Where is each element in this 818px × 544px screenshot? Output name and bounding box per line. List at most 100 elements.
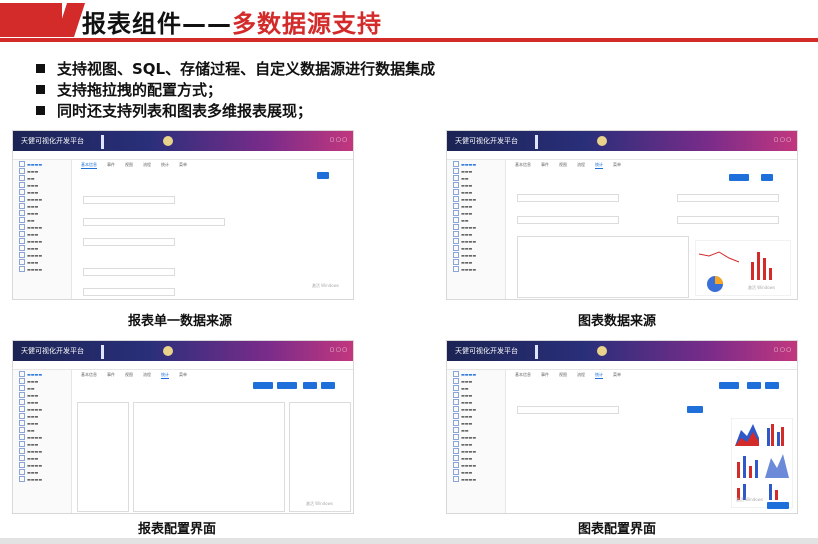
- tree-item[interactable]: ▬▬▬: [453, 245, 505, 251]
- tab-basic[interactable]: 基本信息: [81, 160, 97, 169]
- tree-item[interactable]: ▬▬▬: [19, 469, 71, 475]
- confirm-button[interactable]: [767, 502, 789, 509]
- name-field[interactable]: [83, 196, 175, 204]
- tree-item[interactable]: ▬▬▬▬: [19, 224, 71, 230]
- tree-item[interactable]: ▬▬▬▬: [19, 161, 71, 167]
- export-button[interactable]: [321, 382, 335, 389]
- tree-item[interactable]: ▬▬▬: [19, 441, 71, 447]
- tree-item[interactable]: ▬▬▬▬: [19, 266, 71, 272]
- tree-item[interactable]: ▬▬▬▬: [19, 476, 71, 482]
- save-button[interactable]: [747, 382, 761, 389]
- tree-item[interactable]: ▬▬▬▬: [19, 406, 71, 412]
- tree-item[interactable]: ▬▬▬: [453, 378, 505, 384]
- tree-item[interactable]: ▬▬▬: [453, 203, 505, 209]
- tree-item[interactable]: ▬▬▬▬: [453, 266, 505, 272]
- tree-item[interactable]: ▬▬▬: [19, 231, 71, 237]
- tab-event[interactable]: 事件: [107, 370, 115, 379]
- user-menu[interactable]: ▢ ▢ ▢: [330, 347, 347, 353]
- tree-item[interactable]: ▬▬: [19, 217, 71, 223]
- tree-item[interactable]: ▬▬▬▬: [19, 196, 71, 202]
- tree-item[interactable]: ▬▬: [19, 385, 71, 391]
- user-menu[interactable]: ▢ ▢ ▢: [774, 137, 791, 143]
- dataset-field[interactable]: [83, 288, 175, 296]
- tree-item[interactable]: ▬▬▬: [453, 231, 505, 237]
- tree-item[interactable]: ▬▬▬: [453, 399, 505, 405]
- tree-item[interactable]: ▬▬: [453, 385, 505, 391]
- tab-view[interactable]: 视图: [559, 160, 567, 169]
- export-button[interactable]: [765, 382, 779, 389]
- tree-item[interactable]: ▬▬▬▬: [453, 462, 505, 468]
- sql-editor[interactable]: [517, 236, 689, 298]
- tree-item[interactable]: ▬▬▬: [19, 203, 71, 209]
- source-field[interactable]: [83, 238, 175, 246]
- tree-item[interactable]: ▬▬: [453, 217, 505, 223]
- tree-item[interactable]: ▬▬▬: [453, 259, 505, 265]
- tree-item[interactable]: ▬▬▬: [19, 210, 71, 216]
- save-button[interactable]: [303, 382, 317, 389]
- user-menu[interactable]: ▢ ▢ ▢: [330, 137, 347, 143]
- tab-flow[interactable]: 流程: [143, 370, 151, 379]
- tab-event[interactable]: 事件: [107, 160, 115, 169]
- tree-item[interactable]: ▬▬▬: [19, 259, 71, 265]
- tree-item[interactable]: ▬▬▬▬: [453, 371, 505, 377]
- tree-item[interactable]: ▬▬: [19, 427, 71, 433]
- design-button[interactable]: [719, 382, 739, 389]
- tab-stats[interactable]: 统计: [161, 160, 169, 169]
- tree-item[interactable]: ▬▬▬: [453, 413, 505, 419]
- tree-item[interactable]: ▬▬▬: [19, 168, 71, 174]
- tree-item[interactable]: ▬▬▬: [453, 189, 505, 195]
- tab-flow[interactable]: 流程: [143, 160, 151, 169]
- type-field[interactable]: [83, 218, 225, 226]
- preview-button[interactable]: [277, 382, 297, 389]
- category-field[interactable]: [677, 194, 779, 202]
- name-field[interactable]: [517, 194, 619, 202]
- remark-field[interactable]: [677, 216, 779, 224]
- tree-item[interactable]: ▬▬▬▬: [453, 476, 505, 482]
- tree-item[interactable]: ▬▬▬▬: [19, 238, 71, 244]
- save-button[interactable]: [761, 174, 773, 181]
- tree-item[interactable]: ▬▬▬: [453, 392, 505, 398]
- tree-item[interactable]: ▬▬▬▬: [453, 196, 505, 202]
- query-field[interactable]: [83, 268, 175, 276]
- tree-item[interactable]: ▬▬▬: [453, 182, 505, 188]
- tab-basic[interactable]: 基本信息: [515, 370, 531, 379]
- tree-item[interactable]: ▬▬▬▬: [19, 434, 71, 440]
- tree-item[interactable]: ▬▬▬▬: [19, 448, 71, 454]
- apply-button[interactable]: [687, 406, 703, 413]
- source-field[interactable]: [517, 216, 619, 224]
- tree-item[interactable]: ▬▬▬▬: [19, 252, 71, 258]
- tree-item[interactable]: ▬▬▬▬: [453, 448, 505, 454]
- tree-item[interactable]: ▬▬▬: [19, 399, 71, 405]
- tree-item[interactable]: ▬▬▬: [19, 182, 71, 188]
- save-button[interactable]: [317, 172, 329, 179]
- report-design-canvas[interactable]: [133, 402, 285, 512]
- tab-basic[interactable]: 基本信息: [81, 370, 97, 379]
- tree-item[interactable]: ▬▬▬: [453, 455, 505, 461]
- tree-item[interactable]: ▬▬: [19, 175, 71, 181]
- design-button[interactable]: [253, 382, 273, 389]
- tab-view[interactable]: 视图: [125, 370, 133, 379]
- tree-item[interactable]: ▬▬▬▬: [453, 161, 505, 167]
- tree-item[interactable]: ▬▬▬: [453, 469, 505, 475]
- tab-stats[interactable]: 统计: [161, 370, 169, 379]
- tab-flow[interactable]: 流程: [577, 370, 585, 379]
- user-menu[interactable]: ▢ ▢ ▢: [774, 347, 791, 353]
- tree-item[interactable]: ▬▬▬: [453, 168, 505, 174]
- tree-item[interactable]: ▬▬▬▬: [453, 406, 505, 412]
- tree-item[interactable]: ▬▬▬: [19, 378, 71, 384]
- tab-menu[interactable]: 菜单: [179, 160, 187, 169]
- tree-item[interactable]: ▬▬▬: [19, 420, 71, 426]
- tab-event[interactable]: 事件: [541, 160, 549, 169]
- tab-basic[interactable]: 基本信息: [515, 160, 531, 169]
- tree-item[interactable]: ▬▬▬: [19, 392, 71, 398]
- preview-button[interactable]: [729, 174, 749, 181]
- tree-item[interactable]: ▬▬: [453, 427, 505, 433]
- tab-event[interactable]: 事件: [541, 370, 549, 379]
- tree-item[interactable]: ▬▬▬▬: [453, 252, 505, 258]
- tab-menu[interactable]: 菜单: [179, 370, 187, 379]
- tree-item[interactable]: ▬▬: [453, 175, 505, 181]
- tab-stats[interactable]: 统计: [595, 370, 603, 379]
- tab-flow[interactable]: 流程: [577, 160, 585, 169]
- tab-view[interactable]: 视图: [125, 160, 133, 169]
- font-toolbar[interactable]: [517, 406, 619, 414]
